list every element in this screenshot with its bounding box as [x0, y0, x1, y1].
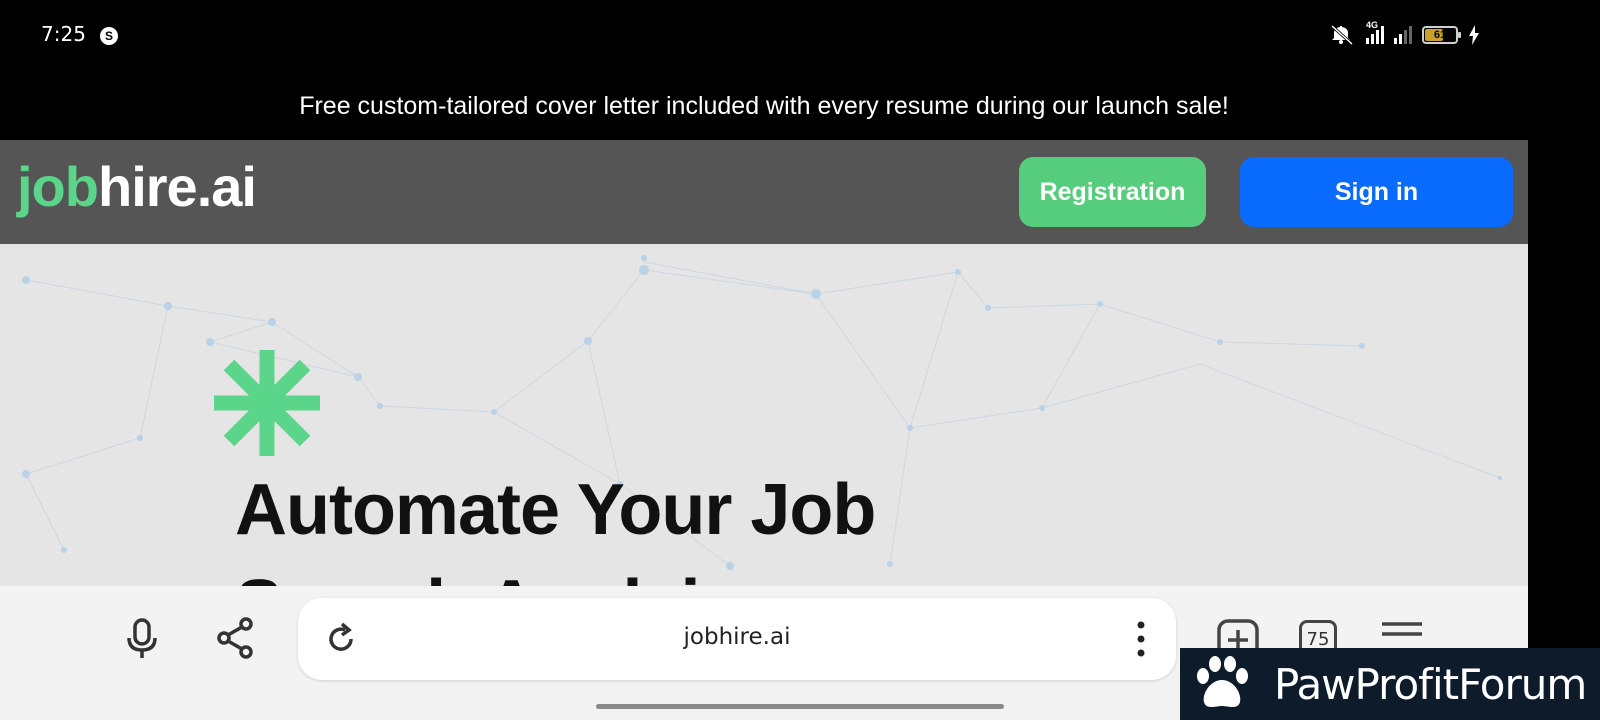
battery-percent: 61: [1433, 29, 1447, 41]
sign-in-button[interactable]: Sign in: [1240, 157, 1513, 227]
logo-part-hire: hire.ai: [97, 155, 257, 218]
status-icons: 4G 61: [1330, 20, 1480, 46]
signal-icon: 4G: [1366, 20, 1384, 44]
site-logo[interactable]: jobhire.ai: [17, 154, 257, 219]
mute-icon: [1330, 24, 1354, 46]
url-text[interactable]: jobhire.ai: [298, 624, 1176, 650]
signal-icon-secondary: [1394, 26, 1412, 44]
microphone-icon[interactable]: [120, 616, 164, 660]
hero-title: Automate Your Job Search Applying: [235, 462, 1135, 586]
charging-icon: [1469, 25, 1479, 45]
site-header: jobhire.ai Registration Sign in: [0, 140, 1528, 244]
battery-icon: 61: [1422, 26, 1461, 44]
hero-title-line-1: Automate Your Job: [235, 470, 876, 550]
watermark-text: PawProfitForum: [1274, 659, 1587, 709]
more-vert-icon[interactable]: [1136, 620, 1146, 658]
network-type: 4G: [1366, 20, 1379, 30]
paw-icon: [1197, 656, 1248, 707]
status-time: 7:25: [41, 22, 86, 46]
registration-button[interactable]: Registration: [1019, 157, 1206, 227]
hero-section: Automate Your Job Search Applying: [0, 244, 1528, 586]
screen-edge: [1528, 140, 1600, 650]
share-icon[interactable]: [214, 616, 258, 660]
logo-part-job: job: [17, 155, 99, 218]
app-notification-icon: S: [100, 27, 118, 45]
hero-title-line-2: Search Applying: [235, 558, 1135, 586]
status-bar: 7:25 S 4G 61: [0, 0, 1600, 72]
promo-banner: Free custom-tailored cover letter includ…: [0, 72, 1528, 140]
watermark: PawProfitForum: [1180, 648, 1600, 720]
home-indicator[interactable]: [596, 704, 1004, 709]
asterisk-icon: [214, 350, 320, 456]
address-bar[interactable]: jobhire.ai: [298, 598, 1176, 680]
